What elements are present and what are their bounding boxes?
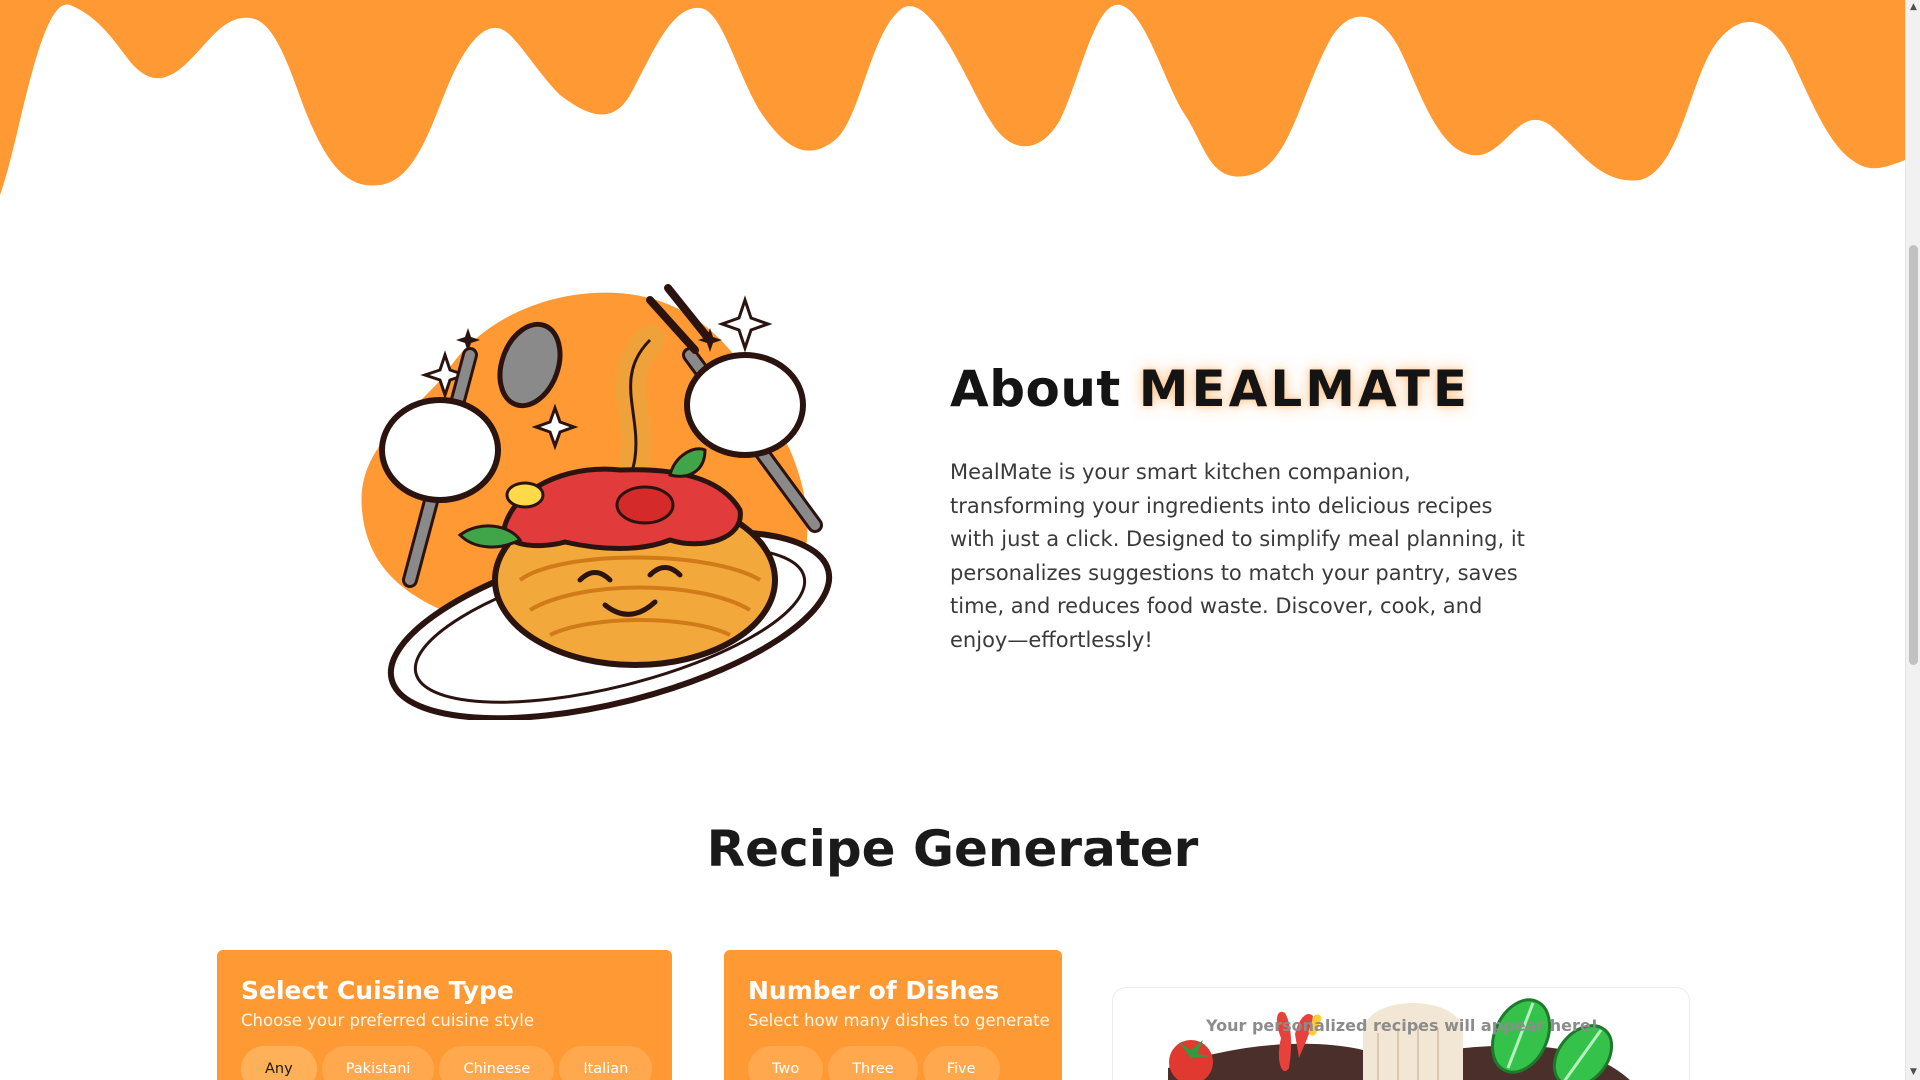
scroll-thumb[interactable]	[1909, 245, 1918, 665]
recipe-generator-title: Recipe Generater	[706, 820, 1199, 878]
cuisine-option-any[interactable]: Any	[241, 1046, 317, 1080]
about-description: MealMate is your smart kitchen companion…	[950, 460, 1525, 652]
brand-name: MEALMATE	[1138, 360, 1471, 418]
dishes-option-three[interactable]: Three	[828, 1046, 918, 1080]
cuisine-options: Any Pakistani Chineese Italian	[241, 1046, 653, 1080]
scroll-down-arrow-icon[interactable]: ▼	[1906, 1065, 1920, 1080]
about-title-prefix: About	[950, 360, 1121, 418]
cuisine-option-chinese[interactable]: Chineese	[439, 1046, 555, 1080]
header-drip-decoration	[0, 0, 1905, 195]
dishes-option-five[interactable]: Five	[922, 1046, 1000, 1080]
dishes-option-two[interactable]: Two	[748, 1046, 824, 1080]
cuisine-card-subtitle: Choose your preferred cuisine style	[241, 1011, 535, 1030]
about-section: About MEALMATE MealMate is your smart ki…	[950, 360, 1530, 657]
cuisine-card-title: Select Cuisine Type	[241, 976, 514, 1005]
recipe-output-panel: Your personalized recipes will appear he…	[1112, 987, 1690, 1080]
spaghetti-mascot-illustration	[361, 284, 833, 720]
dishes-card-subtitle: Select how many dishes to generate	[748, 1011, 1050, 1030]
about-title: About MEALMATE	[950, 360, 1530, 418]
dishes-options: Two Three Five	[748, 1046, 1038, 1080]
number-of-dishes-card: Number of Dishes Select how many dishes …	[724, 950, 1062, 1080]
page-scrollbar[interactable]: ▲ ▼	[1905, 0, 1920, 1080]
dishes-card-title: Number of Dishes	[748, 976, 1000, 1005]
cuisine-option-pakistani[interactable]: Pakistani	[321, 1046, 435, 1080]
cuisine-option-italian[interactable]: Italian	[559, 1046, 653, 1080]
output-placeholder-text: Your personalized recipes will appear he…	[1205, 1016, 1599, 1035]
scroll-up-arrow-icon[interactable]: ▲	[1906, 0, 1920, 15]
cuisine-type-card: Select Cuisine Type Choose your preferre…	[217, 950, 672, 1080]
